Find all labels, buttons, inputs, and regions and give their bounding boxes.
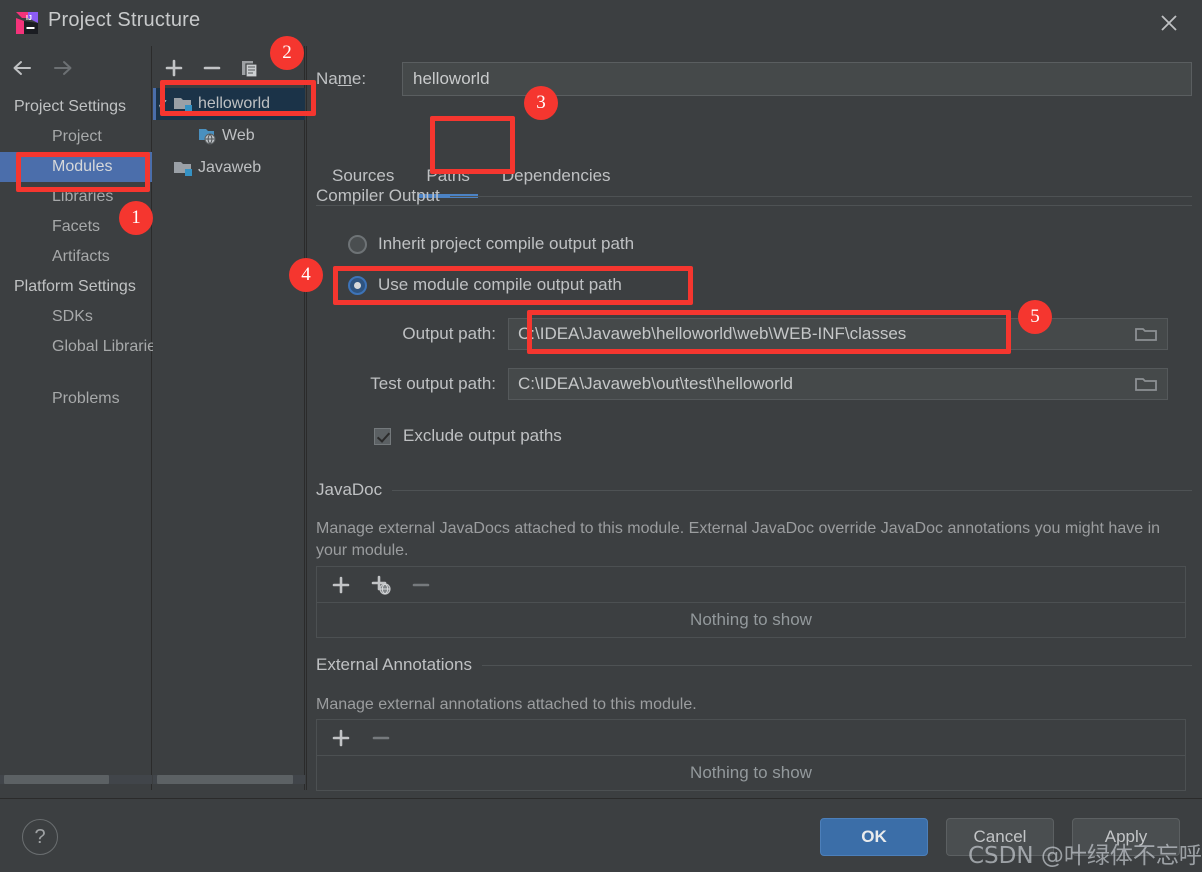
sidebar-group-platform-settings: Platform Settings [14, 278, 136, 295]
help-label: ? [34, 825, 46, 848]
section-divider [449, 195, 1192, 197]
sidebar-item-problems[interactable]: Problems [0, 384, 152, 414]
javadoc-description: Manage external JavaDocs attached to thi… [316, 520, 1161, 559]
arrow-right-icon[interactable] [48, 56, 76, 80]
external-annotations-empty-list: Nothing to show [316, 755, 1186, 791]
section-title: JavaDoc [316, 480, 383, 499]
minus-icon[interactable] [407, 573, 435, 597]
tree-row[interactable]: Web [153, 120, 305, 152]
tree-item-label: helloworld [198, 95, 271, 112]
tree-row[interactable]: Javaweb [153, 152, 305, 184]
plus-icon[interactable] [327, 573, 355, 597]
modules-panel: ✓ helloworld Web Javaweb [153, 46, 305, 790]
section-divider [392, 489, 1192, 491]
test-output-path-value: C:\IDEA\Javaweb\out\test\helloworld [518, 374, 793, 393]
tree-item-label: Javaweb [198, 159, 262, 176]
module-name-row: Name: [316, 62, 1192, 96]
test-output-path-row: Test output path: C:\IDEA\Javaweb\out\te… [294, 368, 1182, 400]
sidebar-horizontal-scrollbar[interactable] [4, 775, 109, 784]
module-folder-icon [173, 159, 195, 177]
modules-toolbar [153, 46, 305, 88]
sidebar-list: Project Settings Project Modules Librari… [0, 92, 164, 414]
sidebar-item-modules[interactable]: Modules [0, 152, 152, 182]
radio-button-checked [348, 275, 367, 295]
ok-button[interactable]: OK [820, 818, 928, 856]
sidebar-item-project[interactable]: Project [0, 122, 152, 152]
close-icon[interactable] [1154, 8, 1184, 38]
javadoc-toolbar [316, 566, 1186, 602]
tree-item-label: Web [222, 127, 255, 144]
sidebar-item-artifacts[interactable]: Artifacts [0, 242, 152, 272]
modules-tree: ✓ helloworld Web Javaweb [153, 88, 305, 184]
minus-icon[interactable] [367, 726, 395, 750]
empty-list-text: Nothing to show [690, 610, 812, 629]
sidebar-item-global-libraries[interactable]: Global Libraries [0, 332, 164, 362]
plus-globe-icon[interactable] [367, 573, 395, 597]
intellij-idea-logo-icon: IJ [14, 10, 40, 36]
section-title: Compiler Output [316, 186, 440, 205]
plus-icon[interactable] [327, 726, 355, 750]
sidebar-group-project-settings: Project Settings [14, 98, 127, 115]
web-facet-icon [197, 127, 219, 145]
radio-inherit-project-output[interactable]: Inherit project compile output path [348, 234, 634, 254]
plus-icon[interactable] [161, 56, 187, 80]
output-path-label: Output path: [402, 324, 496, 343]
section-title: External Annotations [316, 655, 472, 674]
minus-icon[interactable] [199, 56, 225, 80]
javadoc-empty-list: Nothing to show [316, 602, 1186, 638]
radio-label: Use module compile output path [378, 275, 622, 294]
section-divider [481, 664, 1192, 666]
arrow-left-icon[interactable] [10, 56, 38, 80]
output-path-value: C:\IDEA\Javaweb\helloworld\web\WEB-INF\c… [518, 324, 907, 343]
help-icon[interactable]: ? [22, 819, 58, 855]
dialog-footer: ? OK Cancel Apply [0, 798, 1202, 872]
sidebar-item-facets[interactable]: Facets [0, 212, 152, 242]
external-annotations-description: Manage external annotations attached to … [316, 696, 697, 713]
sidebar-item-sdks[interactable]: SDKs [0, 302, 152, 332]
folder-icon[interactable] [1133, 323, 1159, 345]
module-name-label: Name: [316, 69, 367, 88]
apply-button[interactable]: Apply [1072, 818, 1180, 856]
external-annotations-section-header: External Annotations [316, 655, 1192, 675]
compiler-output-section-header: Compiler Output [316, 186, 1192, 206]
project-structure-dialog: IJ Project Structure Project Settings Pr… [0, 0, 1202, 872]
copy-icon[interactable] [237, 56, 263, 80]
radio-button-unchecked [348, 234, 367, 254]
external-annotations-toolbar [316, 719, 1186, 755]
window-title: Project Structure [48, 9, 201, 31]
test-output-path-label: Test output path: [370, 374, 496, 393]
radio-use-module-output[interactable]: Use module compile output path [348, 275, 622, 295]
output-path-field[interactable]: C:\IDEA\Javaweb\helloworld\web\WEB-INF\c… [508, 318, 1168, 350]
javadoc-section-header: JavaDoc [316, 480, 1192, 500]
sidebar-item-libraries[interactable]: Libraries [0, 182, 152, 212]
checkmark-icon: ✓ [157, 95, 169, 112]
radio-label: Inherit project compile output path [378, 234, 635, 253]
exclude-output-paths-checkbox[interactable]: Exclude output paths [374, 426, 562, 446]
output-path-row: Output path: C:\IDEA\Javaweb\helloworld\… [294, 318, 1182, 350]
svg-text:IJ: IJ [26, 15, 32, 22]
modules-horizontal-scrollbar[interactable] [157, 775, 293, 784]
empty-list-text: Nothing to show [690, 763, 812, 782]
module-name-input[interactable] [402, 62, 1192, 96]
module-settings-pane: Name: Sources Paths Dependencies Compile… [306, 46, 1202, 791]
title-bar: IJ Project Structure [0, 0, 1202, 46]
sidebar-nav-arrows [0, 46, 152, 88]
cancel-button[interactable]: Cancel [946, 818, 1054, 856]
checkbox-label: Exclude output paths [403, 426, 562, 445]
folder-icon[interactable] [1133, 373, 1159, 395]
module-folder-icon [173, 95, 195, 113]
settings-sidebar: Project Settings Project Modules Librari… [0, 46, 164, 790]
test-output-path-field[interactable]: C:\IDEA\Javaweb\out\test\helloworld [508, 368, 1168, 400]
tree-row[interactable]: ✓ helloworld [153, 88, 305, 120]
checkbox-checked-icon [374, 427, 391, 445]
